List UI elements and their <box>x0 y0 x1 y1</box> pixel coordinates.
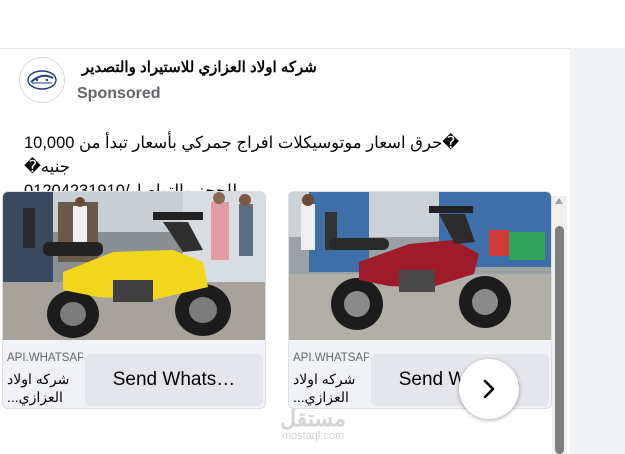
sponsored-label[interactable]: Sponsored <box>77 85 161 103</box>
product-image[interactable] <box>3 192 265 340</box>
product-image[interactable] <box>289 192 551 340</box>
card-title[interactable]: شركه اولاد العزازي... <box>293 370 369 406</box>
card-title-line: شركه اولاد <box>7 371 70 387</box>
page-avatar[interactable] <box>19 57 65 103</box>
scrollbar-thumb[interactable] <box>555 226 564 454</box>
page-scrollbar[interactable] <box>552 196 567 454</box>
card-domain: API.WHATSAPP.COM <box>293 352 369 364</box>
watermark-arabic: مستقل <box>280 406 346 431</box>
sponsored-post: شركه اولاد العزازي للاستيراد والتصدير Sp… <box>0 49 570 454</box>
feed-gutter <box>570 48 625 454</box>
watermark-latin: mostaql.com <box>281 430 345 442</box>
caption-line: �حرق اسعار موتوسيكلات افراج جمركي بأسعار… <box>24 134 460 176</box>
card-footer: API.WHATSAPP.COM شركه اولاد العزازي... S… <box>3 340 265 408</box>
card-title-line: شركه اولاد <box>293 371 356 387</box>
scroll-up-arrow-icon[interactable] <box>555 198 563 204</box>
carousel-next-button[interactable] <box>459 359 519 419</box>
card-title[interactable]: شركه اولاد العزازي... <box>7 370 83 406</box>
card-title-line: العزازي... <box>7 389 63 405</box>
chevron-right-icon <box>483 379 495 399</box>
watermark: مستقل mostaql.com <box>278 406 348 443</box>
company-logo <box>27 70 57 90</box>
yellow-motorcycle-photo <box>3 192 265 340</box>
card-domain: API.WHATSAPP.COM <box>7 352 83 364</box>
carousel-card[interactable]: API.WHATSAPP.COM شركه اولاد العزازي... S… <box>2 191 266 409</box>
page-name-link[interactable]: شركه اولاد العزازي للاستيراد والتصدير <box>82 58 317 76</box>
card-title-line: العزازي... <box>293 389 349 405</box>
send-whatsapp-button[interactable]: Send Whats… <box>85 354 263 406</box>
red-motorcycle-photo <box>289 192 551 340</box>
